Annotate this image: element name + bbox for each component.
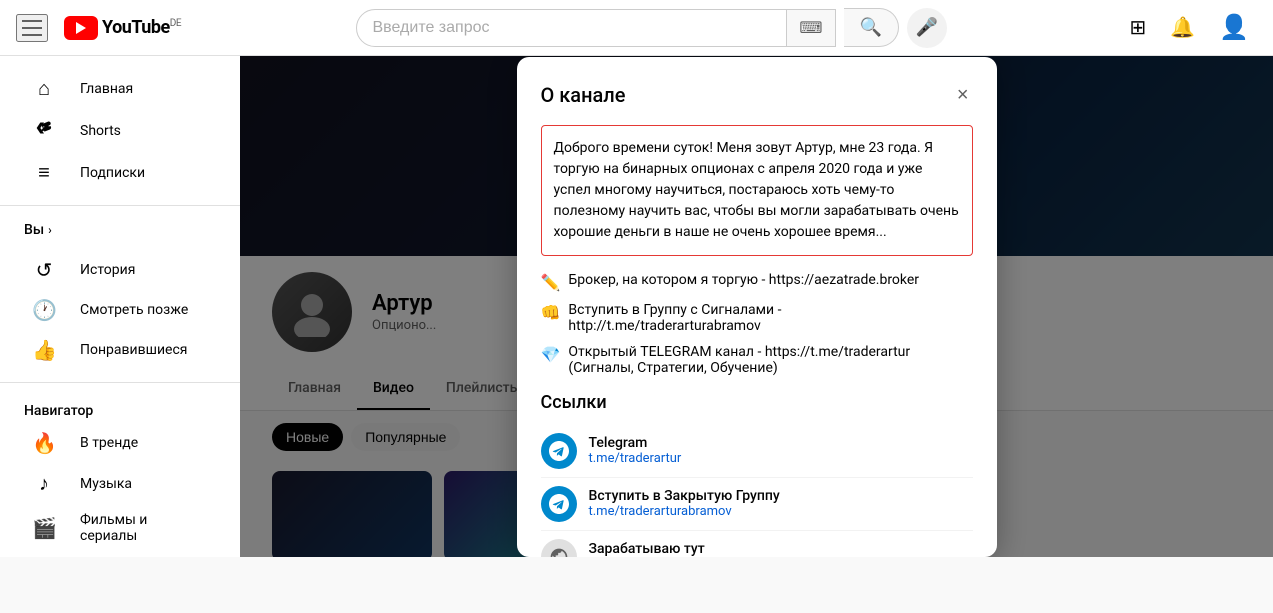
header-center: ⌨ 🔍 🎤 [181,8,1121,48]
sidebar-item-subscriptions[interactable]: ≡ Подписки [8,152,232,193]
modal-link-name-telegram1: Telegram [589,435,682,451]
modal-description: Доброго времени суток! Меня зовут Артур,… [541,125,973,256]
shorts-icon [32,117,56,144]
header-left: YouTubeDE [16,14,181,42]
sidebar-item-history[interactable]: ↺ История [8,250,232,290]
sidebar-item-music-label: Музыка [80,476,132,492]
keyboard-button[interactable]: ⌨ [786,10,834,46]
menu-button[interactable] [16,14,48,42]
sidebar-item-watch-later-label: Смотреть позже [80,302,188,318]
home-icon: ⌂ [32,76,56,101]
modal-link-info-website: Зарабатываю тут aezatrade.broker [589,541,705,557]
sidebar-item-liked-label: Понравившиеся [80,342,187,358]
sidebar-item-subscriptions-label: Подписки [80,165,145,181]
sidebar-item-movies[interactable]: 🎬 Фильмы и сериалы [8,504,232,552]
main-layout: ⌂ Главная Shorts ≡ Подписки Вы › ↺ Истор [0,56,1273,557]
account-button[interactable]: 👤 [1211,5,1257,50]
sidebar-item-liked[interactable]: 👍 Понравившиеся [8,330,232,370]
diamond-icon: 💎 [541,345,561,364]
modal-link-name-website: Зарабатываю тут [589,541,705,557]
modal-header: О канале × [541,81,973,109]
search-input[interactable] [357,11,787,45]
telegram-logo-2 [541,486,577,522]
notifications-button[interactable]: 🔔 [1162,7,1203,48]
movies-icon: 🎬 [32,516,56,540]
sidebar-you[interactable]: Вы › [0,214,240,246]
modal-link-item-group: 👊 Вступить в Группу с Сигналами - http:/… [541,302,973,334]
sidebar-item-home[interactable]: ⌂ Главная [8,68,232,109]
history-icon: ↺ [32,258,56,282]
about-channel-modal: О канале × Доброго времени суток! Меня з… [517,57,997,557]
modal-overlay[interactable]: О канале × Доброго времени суток! Меня з… [240,56,1273,557]
watch-later-icon: 🕐 [32,298,56,322]
main-content: Артур Опционо... Главная Видео Плейлисты… [240,56,1273,557]
sidebar: ⌂ Главная Shorts ≡ Подписки Вы › ↺ Истор [0,56,240,557]
modal-title: О канале [541,83,626,107]
modal-close-button[interactable]: × [953,81,973,109]
create-button[interactable]: ⊞ [1121,7,1154,48]
navigator-title: Навигатор [0,395,240,423]
globe-logo [541,539,577,557]
subscriptions-icon: ≡ [32,160,56,185]
fist-icon: 👊 [541,303,561,322]
modal-link-info-telegram1: Telegram t.me/traderartur [589,435,682,466]
modal-link-card-telegram1[interactable]: Telegram t.me/traderartur [541,425,973,478]
sidebar-item-live[interactable]: 📡 Трансляции [8,552,232,557]
sidebar-item-trending-label: В тренде [80,435,138,451]
chevron-right-icon: › [48,223,52,237]
sidebar-item-shorts-label: Shorts [80,123,121,139]
sidebar-item-watch-later[interactable]: 🕐 Смотреть позже [8,290,232,330]
modal-link-item-broker-text: Брокер, на котором я торгую - https://ae… [568,272,919,288]
modal-link-item-group-text: Вступить в Группу с Сигналами - http://t… [568,302,972,334]
modal-link-card-telegram2[interactable]: Вступить в Закрытую Группу t.me/traderar… [541,478,973,531]
links-section-title: Ссылки [541,392,973,413]
sidebar-section-nav: Навигатор 🔥 В тренде ♪ Музыка 🎬 Фильмы и… [0,391,240,557]
search-button[interactable]: 🔍 [844,8,899,47]
header: YouTubeDE ⌨ 🔍 🎤 ⊞ 🔔 👤 [0,0,1273,56]
modal-link-item-telegram-text: Открытый TELEGRAM канал - https://t.me/t… [568,344,972,376]
telegram-logo-1 [541,433,577,469]
sidebar-item-shorts[interactable]: Shorts [8,109,232,152]
modal-link-info-telegram2: Вступить в Закрытую Группу t.me/traderar… [589,488,780,519]
header-right: ⊞ 🔔 👤 [1121,5,1257,50]
divider-1 [0,205,240,206]
sidebar-item-home-label: Главная [80,81,133,97]
liked-icon: 👍 [32,338,56,362]
modal-link-name-telegram2: Вступить в Закрытую Группу [589,488,780,504]
youtube-logo[interactable]: YouTubeDE [64,16,181,40]
search-bar: ⌨ [356,9,836,47]
sidebar-section-main: ⌂ Главная Shorts ≡ Подписки [0,64,240,197]
modal-link-url-telegram2[interactable]: t.me/traderarturabramov [589,504,780,519]
youtube-icon [64,16,98,40]
sidebar-item-history-label: История [80,262,135,278]
sidebar-section-you: ↺ История 🕐 Смотреть позже 👍 Понравившие… [0,246,240,374]
divider-2 [0,382,240,383]
modal-link-items: ✏️ Брокер, на котором я торгую - https:/… [541,272,973,376]
sidebar-item-movies-label: Фильмы и сериалы [80,512,208,544]
pencil-icon: ✏️ [541,273,561,292]
modal-link-item-broker: ✏️ Брокер, на котором я торгую - https:/… [541,272,973,292]
modal-link-url-telegram1[interactable]: t.me/traderartur [589,451,682,466]
music-icon: ♪ [32,471,56,496]
modal-link-item-telegram: 💎 Открытый TELEGRAM канал - https://t.me… [541,344,973,376]
modal-link-card-website[interactable]: Зарабатываю тут aezatrade.broker [541,531,973,557]
trending-icon: 🔥 [32,431,56,455]
youtube-wordmark: YouTubeDE [102,17,181,38]
sidebar-item-music[interactable]: ♪ Музыка [8,463,232,504]
sidebar-you-label: Вы [24,222,44,238]
voice-search-button[interactable]: 🎤 [907,8,947,48]
sidebar-item-trending[interactable]: 🔥 В тренде [8,423,232,463]
